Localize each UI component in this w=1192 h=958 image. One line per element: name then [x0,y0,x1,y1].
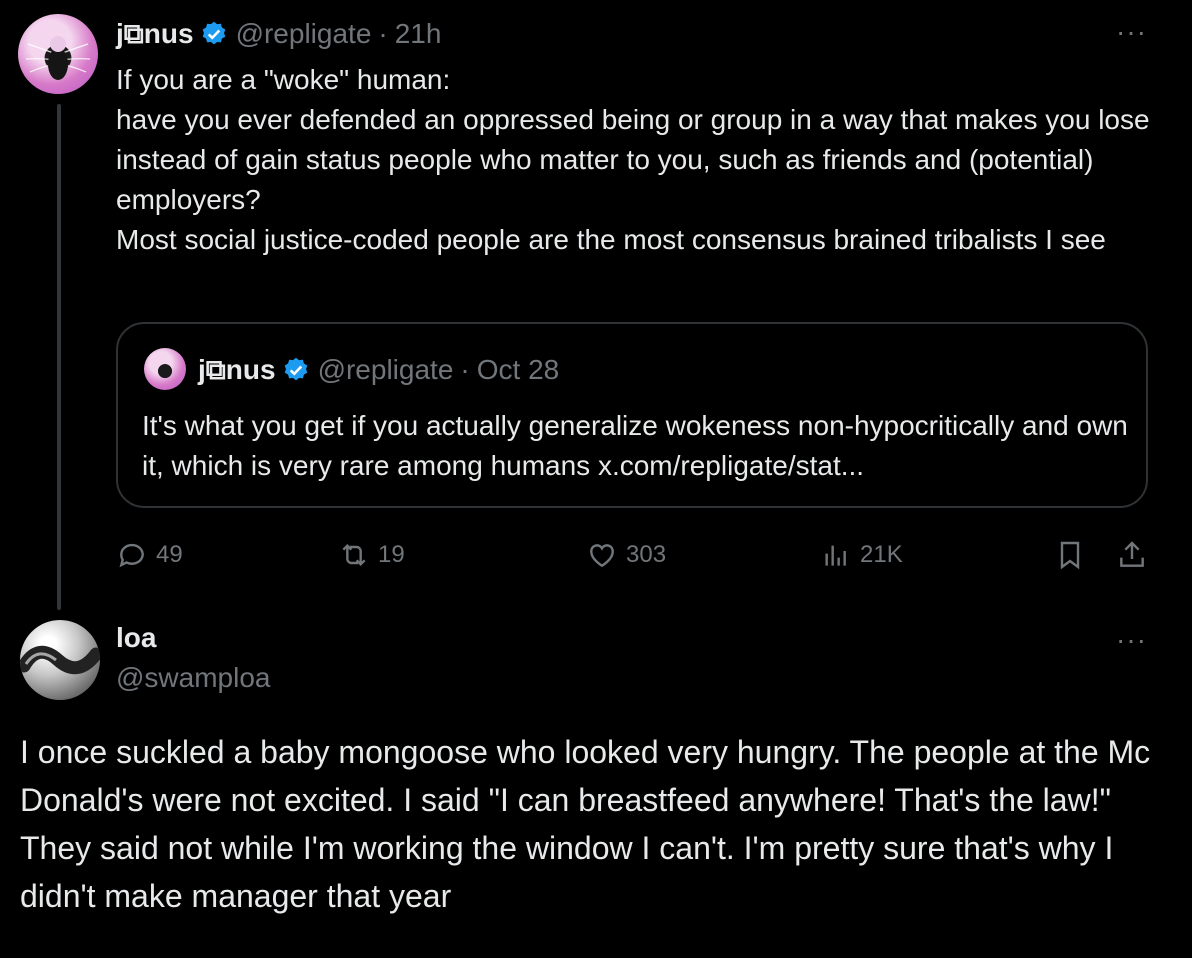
verified-badge-icon [202,21,225,45]
reply-author-avatar[interactable] [20,620,100,700]
quoted-author-avatar [144,348,186,390]
like-icon [590,544,614,568]
repost-icon [342,543,366,567]
views-icon [825,545,846,566]
repost-count: 19 [378,541,405,568]
reply-text: I once suckled a baby mongoose who looke… [20,734,1151,914]
quoted-post-time: Oct 28 [476,354,560,385]
reply-author-name[interactable]: loa [116,622,156,654]
post-time[interactable]: 21h [395,18,442,50]
quoted-author-handle: @repligate [317,354,454,385]
bookmark-button[interactable] [1054,530,1094,580]
more-icon[interactable]: ··· [1116,18,1147,46]
views-count: 21K [860,541,903,568]
author-name[interactable]: j⧉nus [116,18,194,51]
like-button[interactable]: 303 [586,530,666,580]
post-text: If you are a "woke" human: have you ever… [116,64,1150,255]
views-button[interactable]: 21K [820,530,903,580]
post-header: j⧉nus @repligate · 21h [116,16,441,52]
quoted-author-name: j⧉nus [198,353,276,385]
reply-icon [119,543,144,568]
reply-author-handle[interactable]: @swamploa [116,662,270,694]
author-avatar[interactable] [18,14,98,94]
quoted-post-header: j⧉nus @repligate · Oct 28 [198,352,559,388]
more-icon[interactable]: ··· [1116,626,1147,654]
action-bar: 49 19 303 21K [116,530,1156,580]
reply-count: 49 [156,541,183,568]
author-handle[interactable]: @repligate [236,18,372,50]
bookmark-icon [1060,541,1080,570]
quoted-post-text: It's what you get if you actually genera… [142,410,1128,481]
share-button[interactable] [1116,530,1156,580]
reply-button[interactable]: 49 [116,530,183,580]
thread-line [57,104,61,610]
like-count: 303 [626,541,667,568]
separator-dot: · [378,18,388,49]
repost-button[interactable]: 19 [338,530,405,580]
separator-dot: · [460,354,470,385]
verified-badge-icon [284,357,307,381]
share-icon [1120,541,1144,567]
